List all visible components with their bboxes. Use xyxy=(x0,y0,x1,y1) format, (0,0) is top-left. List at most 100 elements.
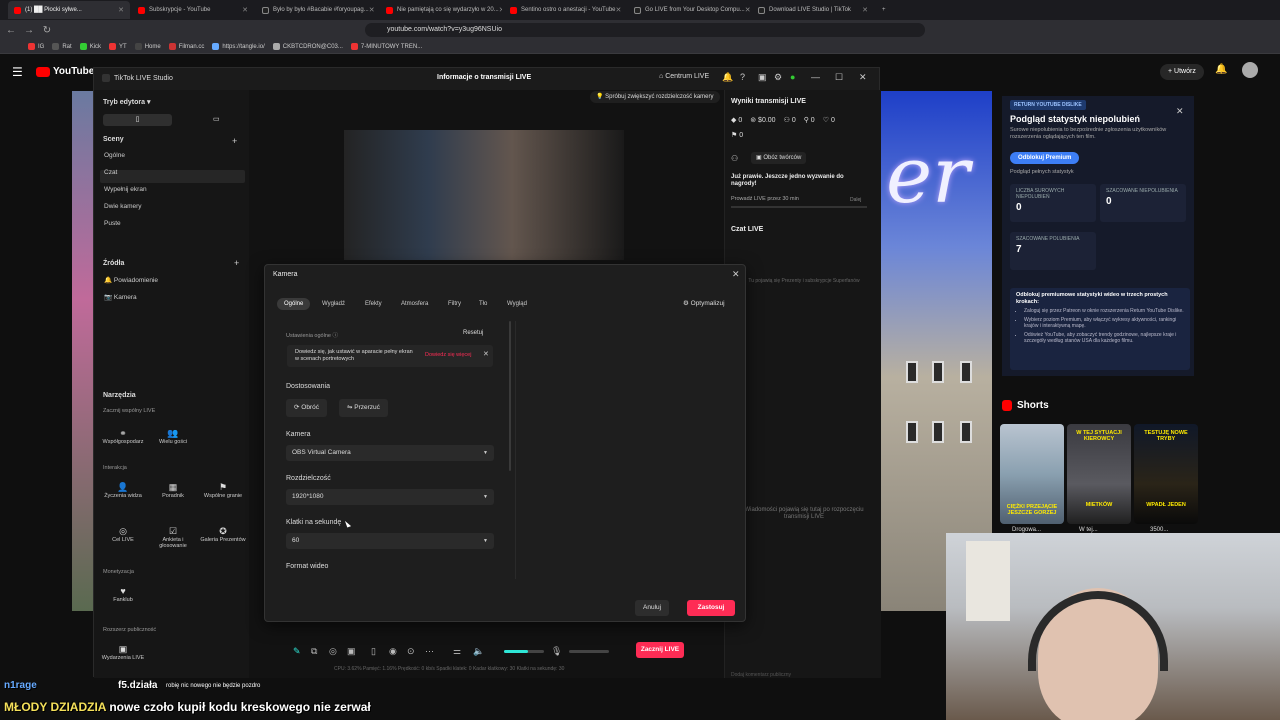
tab-appearance[interactable]: Wygląd xyxy=(507,298,527,310)
tool-coplay[interactable]: ⚑ Wspólne granie xyxy=(198,483,248,500)
full-stats-link[interactable]: Podgląd pełnych statystyk xyxy=(1010,169,1074,175)
bookmark[interactable]: Home xyxy=(134,43,161,50)
tab-effects[interactable]: Efekty xyxy=(365,298,382,310)
tool-fanclub[interactable]: ♥ Fanklub xyxy=(98,587,148,604)
avatar[interactable] xyxy=(1242,62,1258,78)
apply-button[interactable]: Zastosuj xyxy=(687,600,735,616)
close-tab-icon[interactable]: ✕ xyxy=(369,6,375,14)
flip-button[interactable]: ⇋ Przerzuć xyxy=(339,399,388,417)
short-thumbnail[interactable]: W TEJ SYTUACJI KIEROWCY MIETKÓW xyxy=(1067,424,1131,524)
close-tab-icon[interactable]: ✕ xyxy=(118,6,124,14)
create-button[interactable]: + Utwórz xyxy=(1160,64,1204,80)
resolution-select[interactable]: 1920*1080 ▼ xyxy=(286,489,494,505)
scene-item[interactable]: Dwie kamery xyxy=(104,203,142,210)
browser-tab[interactable]: (1) ██ Płocki sylwe... ✕ xyxy=(8,1,130,19)
browser-tab[interactable]: Było by było #Bacabie #foryoupag... ✕ xyxy=(256,1,378,19)
browser-tab[interactable]: Sentino ostro o anestacji - YouTube ✕ xyxy=(504,1,626,19)
tool-gift-gallery[interactable]: ✪ Galeria Prezentów xyxy=(198,527,248,544)
quality-hint[interactable]: 💡 Spróbuj zwiększyć rozdzielczość kamery xyxy=(590,91,720,103)
tool-cohost[interactable]: ⚭ Współgospodarz xyxy=(98,429,148,446)
mic-volume-slider[interactable] xyxy=(569,650,609,653)
tool-guide[interactable]: ▦ Poradnik xyxy=(148,483,198,500)
close-tab-icon[interactable]: ✕ xyxy=(616,6,622,14)
bookmark[interactable]: YT xyxy=(109,43,127,50)
browser-tab[interactable]: Subskrypcje - YouTube ✕ xyxy=(132,1,254,19)
tab-background[interactable]: Tło xyxy=(479,298,487,310)
fps-select[interactable]: 60 ▼ xyxy=(286,533,494,549)
camera-select[interactable]: OBS Virtual Camera ▼ xyxy=(286,445,494,461)
tool-live-events[interactable]: ▣ Wydarzenia LIVE xyxy=(98,645,148,662)
scene-item[interactable]: Ogólne xyxy=(104,152,125,159)
bookmark[interactable]: IG xyxy=(28,43,44,50)
tool-poll[interactable]: ☑ Ankieta i głosowanie xyxy=(148,527,198,550)
go-live-button[interactable]: Zacznij LIVE xyxy=(636,642,684,658)
editor-mode-dropdown[interactable]: Tryb edytora ▾ xyxy=(103,98,150,106)
close-window-icon[interactable]: ✕ xyxy=(859,72,867,83)
scene-preview[interactable] xyxy=(344,130,624,260)
bookmark[interactable]: Filman.cc xyxy=(168,43,204,50)
bookmark[interactable]: Rat xyxy=(52,43,72,50)
bookmark[interactable]: CKBTCDRON@C03... xyxy=(272,43,343,50)
layout-icon[interactable]: ▣ xyxy=(758,72,767,83)
short-thumbnail[interactable]: TESTUJĘ NOWE TRYBY WPADŁ JEDEN xyxy=(1134,424,1198,524)
live-info-title[interactable]: Informacje o transmisji LIVE xyxy=(437,74,531,81)
tab-general[interactable]: Ogólne xyxy=(277,298,311,310)
scene-item[interactable]: Czat xyxy=(104,169,117,176)
add-scene-icon[interactable]: + xyxy=(232,136,237,146)
close-icon[interactable]: ✕ xyxy=(1176,106,1184,117)
help-icon[interactable]: ? xyxy=(740,72,745,82)
bookmark[interactable]: 7-MINUTOWY TREN... xyxy=(350,43,422,50)
bookmark[interactable]: https://tangle.io/ xyxy=(212,43,265,50)
youtube-logo[interactable]: YouTube xyxy=(36,66,94,77)
more-icon[interactable]: ⋯ xyxy=(425,646,434,657)
scene-item[interactable]: Wypełnij ekran xyxy=(104,186,147,193)
browser-tab[interactable]: Nie pamiętają co się wydarzyło w 20... ✕ xyxy=(380,1,502,19)
rotate-button[interactable]: ⟳ Obróć xyxy=(286,399,327,417)
dialog-scrollbar[interactable] xyxy=(509,321,511,471)
short-thumbnail[interactable]: CIĘŻKI PRZEJĄCIE JESZCZE GORZEJ xyxy=(1000,424,1064,524)
landscape-icon[interactable]: ▭ xyxy=(213,114,220,126)
creator-camp-button[interactable]: ▣ Obóz twórców xyxy=(751,152,807,164)
tab-smooth[interactable]: Wygładź xyxy=(322,298,345,310)
orientation-toggle[interactable]: ▯ ▭ xyxy=(103,114,249,126)
layers-icon[interactable]: ⧉ xyxy=(311,646,317,657)
minimize-icon[interactable]: — xyxy=(811,72,820,82)
tool-viewer-wishes[interactable]: 👤 Życzenia widza xyxy=(98,483,148,500)
speaker-volume-slider[interactable] xyxy=(504,650,544,653)
close-tab-icon[interactable]: ✕ xyxy=(499,6,502,14)
unlock-premium-button[interactable]: Odblokuj Premium xyxy=(1010,152,1080,164)
tab-atmosphere[interactable]: Atmosfera xyxy=(401,298,428,310)
learn-more-link[interactable]: Dowiedz się więcej xyxy=(425,352,471,358)
optimize-button[interactable]: ⚙ Optymalizuj xyxy=(683,299,725,307)
replay-icon[interactable]: ⊙ xyxy=(407,646,415,657)
record-icon[interactable]: ◉ xyxy=(389,646,397,657)
close-tab-icon[interactable]: ✕ xyxy=(242,6,248,14)
url-input[interactable]: youtube.com/watch?v=y3ug96NSUio xyxy=(365,23,925,37)
scene-item[interactable]: Puste xyxy=(104,220,121,227)
tab-filters[interactable]: Filtry xyxy=(448,298,461,310)
close-icon[interactable]: ✕ xyxy=(732,269,740,280)
notification-icon[interactable]: 🔔 xyxy=(722,72,733,83)
add-source-icon[interactable]: + xyxy=(234,258,239,268)
bell-icon[interactable]: 🔔 xyxy=(1215,64,1227,75)
portrait-icon[interactable]: ▯ xyxy=(103,114,172,126)
mic-icon[interactable]: 🎙 xyxy=(551,646,562,657)
reload-icon[interactable]: ↻ xyxy=(40,25,54,36)
browser-tab[interactable]: Download LIVE Studio | TikTok ✕ xyxy=(752,1,874,19)
target-icon[interactable]: ◎ xyxy=(329,646,337,657)
back-icon[interactable]: ← xyxy=(4,25,18,36)
mixer-icon[interactable]: ⚌ xyxy=(453,646,461,657)
browser-tab[interactable]: Go LIVE from Your Desktop Compu... ✕ xyxy=(628,1,750,19)
source-item[interactable]: 🔔 Powiadomienie xyxy=(104,276,158,284)
screen-icon[interactable]: ▣ xyxy=(347,646,356,657)
new-tab-button[interactable]: + xyxy=(876,1,890,19)
close-tab-icon[interactable]: ✕ xyxy=(862,6,868,14)
live-center-button[interactable]: ⌂ Centrum LIVE xyxy=(659,73,709,80)
dismiss-tip-icon[interactable]: ✕ xyxy=(483,350,489,358)
forward-icon[interactable]: → xyxy=(22,25,36,36)
menu-icon[interactable]: ☰ xyxy=(12,65,23,79)
source-item[interactable]: 📷 Kamera xyxy=(104,293,137,301)
speaker-icon[interactable]: 🔈 xyxy=(473,646,484,657)
settings-icon[interactable]: ⚙ xyxy=(774,72,782,83)
bookmark[interactable]: Kick xyxy=(79,43,101,50)
